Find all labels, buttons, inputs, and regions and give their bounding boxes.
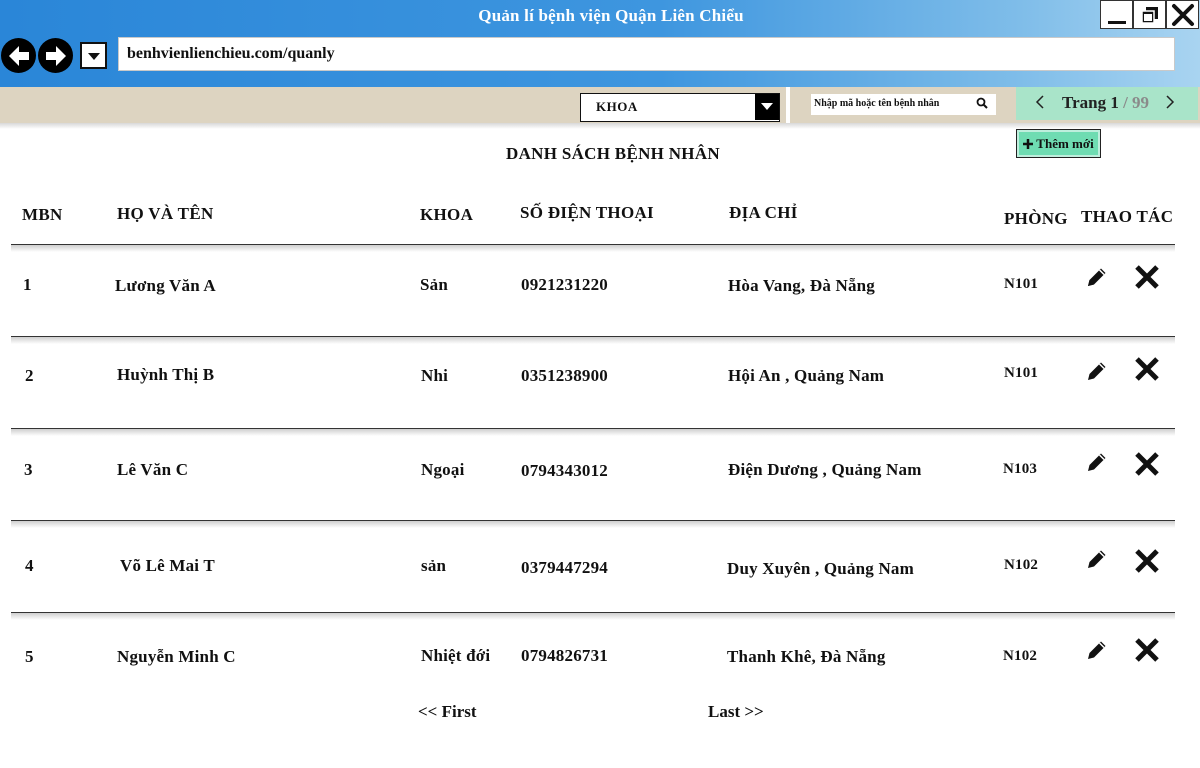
arrow-right-icon <box>45 45 66 66</box>
search-icon[interactable] <box>976 97 988 112</box>
patient-dept: Ngoại <box>421 460 465 479</box>
patient-phone: 0351238900 <box>521 366 608 385</box>
row-divider <box>11 520 1175 528</box>
patient-address: Điện Dương , Quảng Nam <box>728 460 922 479</box>
patient-room: N103 <box>1003 461 1038 477</box>
chevron-down-icon <box>87 52 100 60</box>
close-x-icon <box>1135 549 1159 573</box>
close-x-icon <box>1135 357 1159 381</box>
row-divider <box>11 336 1175 344</box>
prev-page-button[interactable] <box>1034 93 1046 116</box>
history-dropdown-button[interactable] <box>80 42 107 69</box>
patient-address: Duy Xuyên , Quảng Nam <box>727 559 914 578</box>
delete-button[interactable] <box>1132 546 1162 576</box>
department-select-label: KHOA <box>596 99 638 114</box>
title-bar: Quản lí bệnh viện Quận Liên Chiểu benhvi… <box>0 0 1200 87</box>
window-controls <box>1100 0 1199 29</box>
patient-dept: Nhi <box>421 366 449 385</box>
next-page-button[interactable] <box>1164 93 1176 116</box>
column-header-name: HỌ VÀ TÊN <box>117 204 214 223</box>
page-indicator: Trang 1 / 99 <box>1062 93 1149 113</box>
page-title: DANH SÁCH BỆNH NHÂN <box>506 144 720 163</box>
column-header-room: PHÒNG <box>1004 209 1068 228</box>
patient-phone: 0794343012 <box>521 461 608 480</box>
column-header-actions: THAO TÁC <box>1081 207 1174 226</box>
first-page-link[interactable]: << First <box>418 702 477 722</box>
restore-icon <box>1140 6 1158 24</box>
close-x-icon <box>1135 452 1159 476</box>
patient-name: Lương Văn A <box>115 276 216 295</box>
back-button[interactable] <box>1 38 36 73</box>
edit-button[interactable] <box>1082 262 1112 292</box>
minimize-icon <box>1107 20 1126 24</box>
pencil-icon <box>1088 362 1106 380</box>
patient-dept: sản <box>421 556 447 575</box>
patient-address: Thanh Khê, Đà Nẵng <box>727 647 886 666</box>
pencil-icon <box>1088 453 1106 471</box>
column-header-dept: KHOA <box>420 205 474 224</box>
close-x-icon <box>1135 638 1159 662</box>
delete-button[interactable] <box>1132 262 1162 292</box>
restore-button[interactable] <box>1133 0 1166 29</box>
page-total: / 99 <box>1123 93 1150 112</box>
arrow-left-icon <box>8 45 29 66</box>
row-divider <box>11 612 1175 620</box>
close-x-icon <box>1135 265 1159 289</box>
close-window-button[interactable] <box>1166 0 1199 29</box>
row-divider <box>11 428 1175 436</box>
edit-button[interactable] <box>1082 544 1112 574</box>
patient-dept: Sản <box>420 275 449 294</box>
delete-button[interactable] <box>1132 449 1162 479</box>
close-icon <box>1171 3 1194 26</box>
search-input[interactable]: Nhập mã hoặc tên bệnh nhân <box>811 94 996 115</box>
patient-room: N102 <box>1003 648 1038 664</box>
patient-name: Huỳnh Thị B <box>117 365 215 384</box>
patient-phone: 0379447294 <box>521 558 608 577</box>
patient-name: Lê Văn C <box>117 460 189 479</box>
patient-room: N102 <box>1004 557 1039 573</box>
address-bar[interactable]: benhvienlienchieu.com/quanly <box>118 37 1175 71</box>
patient-name: Võ Lê Mai T <box>120 556 215 575</box>
row-divider <box>11 244 1175 252</box>
chevron-left-icon <box>1035 95 1044 109</box>
patient-room: N101 <box>1004 365 1039 381</box>
edit-button[interactable] <box>1082 356 1112 386</box>
chevron-right-icon <box>1166 95 1175 109</box>
patient-dept: Nhiệt đới <box>421 646 491 665</box>
department-select[interactable]: KHOA <box>580 93 780 122</box>
window-title: Quản lí bệnh viện Quận Liên Chiểu <box>478 6 744 25</box>
patient-id: 3 <box>24 460 33 479</box>
edit-button[interactable] <box>1082 447 1112 477</box>
last-page-link[interactable]: Last >> <box>708 702 764 722</box>
pencil-icon <box>1088 268 1106 286</box>
patient-id: 4 <box>25 556 34 575</box>
edit-button[interactable] <box>1082 635 1112 665</box>
search-placeholder: Nhập mã hoặc tên bệnh nhân <box>814 98 940 109</box>
filter-separator <box>786 87 790 123</box>
page-current: 1 <box>1110 93 1119 112</box>
chevron-down-icon[interactable] <box>755 94 779 120</box>
patient-room: N101 <box>1004 276 1039 292</box>
page-navigator: Trang 1 / 99 <box>1016 87 1198 120</box>
minimize-button[interactable] <box>1100 0 1133 29</box>
pencil-icon <box>1088 641 1106 659</box>
patient-address: Hòa Vang, Đà Nẵng <box>728 276 875 295</box>
column-header-phone: SỐ ĐIỆN THOẠI <box>520 203 654 222</box>
column-header-id: MBN <box>22 205 63 224</box>
patient-phone: 0794826731 <box>521 646 608 665</box>
forward-button[interactable] <box>38 38 73 73</box>
patient-id: 2 <box>25 366 34 385</box>
page-label: Trang <box>1062 93 1107 112</box>
delete-button[interactable] <box>1132 354 1162 384</box>
patient-name: Nguyễn Minh C <box>117 647 236 666</box>
patient-address: Hội An , Quảng Nam <box>728 366 885 385</box>
column-header-address: ĐỊA CHỈ <box>729 203 798 222</box>
patient-id: 5 <box>25 647 34 666</box>
delete-button[interactable] <box>1132 635 1162 665</box>
pencil-icon <box>1088 550 1106 568</box>
patient-id: 1 <box>23 275 32 294</box>
patient-phone: 0921231220 <box>521 275 608 294</box>
